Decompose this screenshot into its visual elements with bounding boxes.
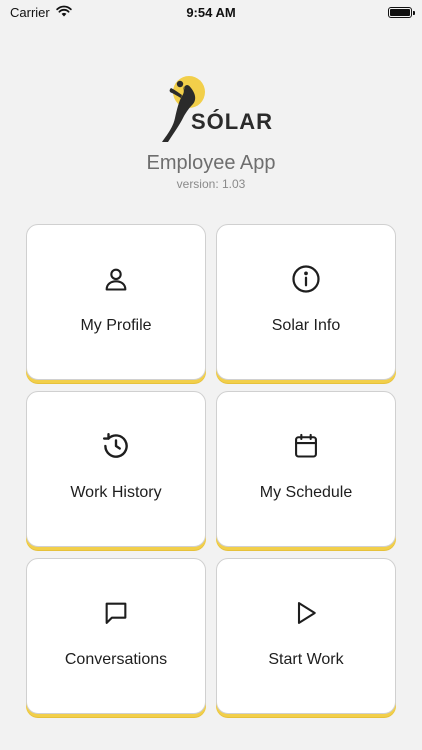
work-history-button[interactable]: Work History: [26, 391, 206, 547]
info-icon: [290, 263, 322, 295]
solar-info-button[interactable]: Solar Info: [216, 224, 396, 380]
start-work-button[interactable]: Start Work: [216, 558, 396, 714]
battery-icon: [388, 6, 415, 18]
app-title: Employee App: [146, 152, 276, 174]
work-history-label: Work History: [70, 484, 162, 501]
history-icon: [100, 430, 132, 462]
status-bar: Carrier 9:54 AM: [0, 0, 422, 24]
calendar-icon: [290, 430, 322, 462]
solar-info-label: Solar Info: [271, 317, 341, 334]
logo-text: SÓLAR: [191, 109, 273, 134]
play-icon: [290, 597, 322, 629]
my-profile-button[interactable]: My Profile: [26, 224, 206, 380]
conversations-button[interactable]: Conversations: [26, 558, 206, 714]
my-profile-label: My Profile: [80, 317, 152, 334]
my-schedule-label: My Schedule: [259, 484, 353, 501]
menu-grid: My Profile Solar Info Work History My Sc…: [26, 224, 396, 714]
status-time: 9:54 AM: [186, 4, 236, 20]
status-left: Carrier: [10, 5, 130, 20]
header: SÓLAR Employee App version: 1.03: [0, 74, 422, 191]
solar-logo: SÓLAR: [151, 74, 273, 146]
my-schedule-button[interactable]: My Schedule: [216, 391, 396, 547]
wifi-icon: [56, 5, 72, 20]
conversations-label: Conversations: [64, 651, 168, 668]
chat-icon: [100, 597, 132, 629]
app-version: version: 1.03: [176, 177, 246, 191]
start-work-label: Start Work: [268, 651, 344, 668]
carrier-label: Carrier: [10, 4, 50, 20]
status-right: [292, 6, 415, 18]
user-icon: [100, 263, 132, 295]
